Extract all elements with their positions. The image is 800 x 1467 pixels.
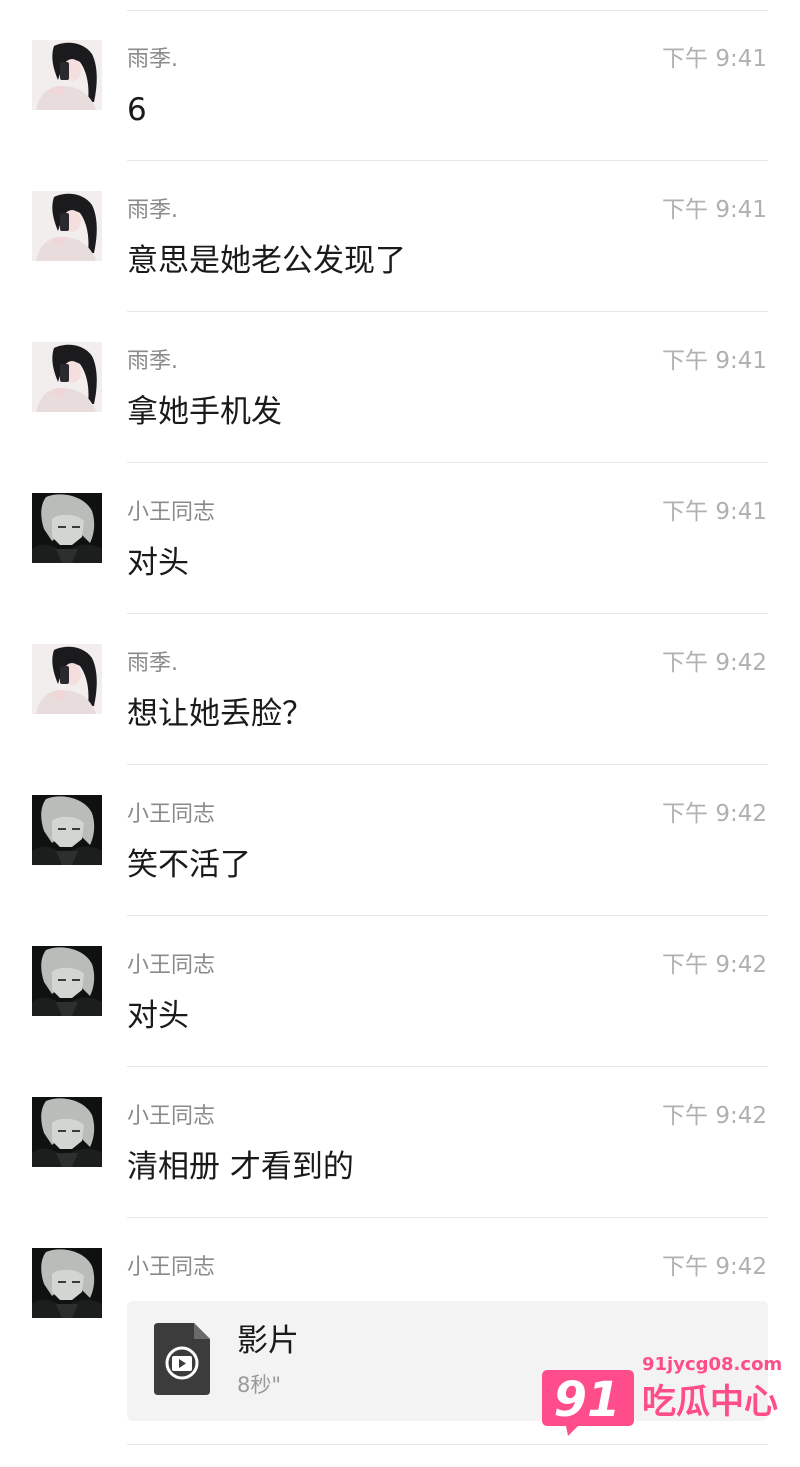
girl-avatar-icon xyxy=(32,342,102,412)
girl-avatar-icon xyxy=(32,40,102,110)
anime-avatar-icon xyxy=(32,1248,102,1318)
message-item[interactable]: 雨季. 下午 9:42 想让她丢脸？ xyxy=(0,614,800,765)
message-text: 拿她手机发 xyxy=(127,394,282,430)
sender-name: 雨季. xyxy=(127,349,178,374)
video-file-icon xyxy=(154,1323,210,1395)
message-text: 意思是她老公发现了 xyxy=(127,243,406,279)
sender-name: 小王同志 xyxy=(127,1104,216,1129)
avatar[interactable] xyxy=(32,191,102,261)
sender-name: 雨季. xyxy=(127,651,178,676)
file-name: 影片 xyxy=(237,1323,299,1359)
message-time: 下午 9:41 xyxy=(662,46,767,72)
avatar[interactable] xyxy=(32,342,102,412)
watermark: 91 91jycg08.com 吃瓜中心 xyxy=(538,1352,788,1444)
message-item[interactable]: 雨季. 下午 9:41 意思是她老公发现了 xyxy=(0,161,800,312)
anime-avatar-icon xyxy=(32,493,102,563)
chat-history: 雨季. 下午 9:41 6 雨季. 下午 9:41 意思是她老公发现了 雨季. … xyxy=(0,0,800,1467)
anime-avatar-icon xyxy=(32,1097,102,1167)
message-time: 下午 9:42 xyxy=(662,801,767,827)
watermark-name: 吃瓜中心 xyxy=(642,1382,778,1422)
message-text: 6 xyxy=(127,92,147,128)
watermark-badge-text: 91 xyxy=(553,1372,621,1428)
avatar[interactable] xyxy=(32,644,102,714)
message-text: 对头 xyxy=(127,998,189,1034)
message-time: 下午 9:42 xyxy=(662,650,767,676)
message-text: 清相册 才看到的 xyxy=(127,1149,354,1185)
message-time: 下午 9:41 xyxy=(662,348,767,374)
message-time: 下午 9:41 xyxy=(662,197,767,223)
avatar[interactable] xyxy=(32,1248,102,1318)
girl-avatar-icon xyxy=(32,644,102,714)
avatar[interactable] xyxy=(32,946,102,1016)
message-item[interactable]: 小王同志 下午 9:41 对头 xyxy=(0,463,800,614)
message-text: 对头 xyxy=(127,545,189,581)
divider xyxy=(127,1444,768,1445)
sender-name: 小王同志 xyxy=(127,953,216,978)
sender-name: 雨季. xyxy=(127,47,178,72)
avatar[interactable] xyxy=(32,795,102,865)
avatar[interactable] xyxy=(32,1097,102,1167)
girl-avatar-icon xyxy=(32,191,102,261)
anime-avatar-icon xyxy=(32,795,102,865)
message-text: 笑不活了 xyxy=(127,847,251,883)
sender-name: 雨季. xyxy=(127,198,178,223)
sender-name: 小王同志 xyxy=(127,1255,216,1280)
message-item[interactable]: 小王同志 下午 9:42 笑不活了 xyxy=(0,765,800,916)
sender-name: 小王同志 xyxy=(127,500,216,525)
message-text: 想让她丢脸？ xyxy=(127,696,313,732)
message-time: 下午 9:41 xyxy=(662,499,767,525)
anime-avatar-icon xyxy=(32,946,102,1016)
avatar[interactable] xyxy=(32,493,102,563)
message-item[interactable]: 小王同志 下午 9:42 对头 xyxy=(0,916,800,1067)
message-time: 下午 9:42 xyxy=(662,1254,767,1280)
message-item[interactable]: 小王同志 下午 9:42 清相册 才看到的 xyxy=(0,1067,800,1218)
message-item[interactable]: 雨季. 下午 9:41 6 xyxy=(0,10,800,161)
message-time: 下午 9:42 xyxy=(662,1103,767,1129)
avatar[interactable] xyxy=(32,40,102,110)
sender-name: 小王同志 xyxy=(127,802,216,827)
message-time: 下午 9:42 xyxy=(662,952,767,978)
file-duration: 8秒" xyxy=(237,1373,282,1397)
watermark-url: 91jycg08.com xyxy=(642,1354,783,1375)
message-item[interactable]: 雨季. 下午 9:41 拿她手机发 xyxy=(0,312,800,463)
